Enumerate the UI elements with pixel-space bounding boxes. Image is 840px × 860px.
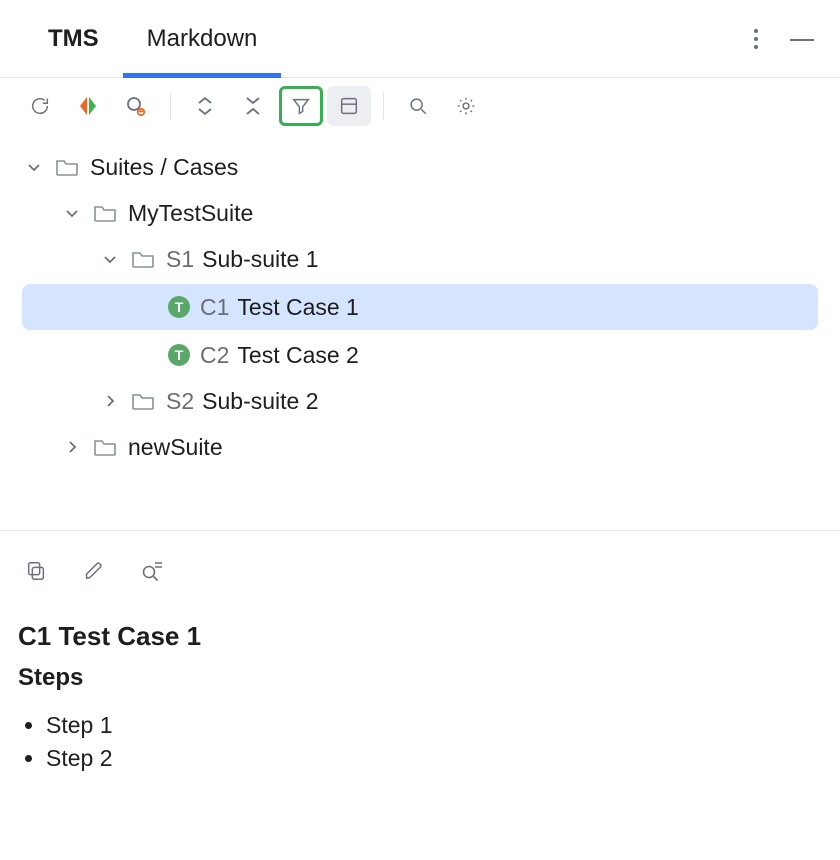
collapse-all-icon (243, 95, 263, 117)
tab-label: Markdown (147, 25, 258, 53)
folder-icon (130, 388, 156, 414)
minimize-icon (790, 39, 814, 41)
tree-row-suite[interactable]: newSuite (0, 424, 840, 470)
tree-toolbar (0, 78, 840, 134)
tab-label: TMS (48, 25, 99, 53)
refresh-icon (29, 95, 51, 117)
folder-icon (54, 154, 80, 180)
tree-row-subsuite[interactable]: S1 Sub-suite 1 (0, 236, 840, 282)
tree-row-subsuite[interactable]: S2 Sub-suite 2 (0, 378, 840, 424)
steps-list: Step 1 Step 2 (24, 712, 822, 772)
chevron-placeholder (136, 343, 160, 367)
filter-button[interactable] (279, 86, 323, 126)
chevron-placeholder (136, 295, 160, 319)
remote-preview-button[interactable] (114, 86, 158, 126)
chevron-down-icon (60, 201, 84, 225)
steps-heading: Steps (18, 664, 822, 692)
folder-icon (130, 246, 156, 272)
copy-icon (25, 560, 47, 582)
step-item: Step 2 (46, 745, 822, 772)
test-icon: T (168, 296, 190, 318)
tree-id: S1 (166, 246, 194, 273)
copy-button[interactable] (18, 553, 54, 589)
tree-row-testcase[interactable]: T C1 Test Case 1 (22, 284, 818, 330)
tree-row-testcase[interactable]: T C2 Test Case 2 (0, 332, 840, 378)
tree-id: S2 (166, 388, 194, 415)
tab-markdown[interactable]: Markdown (123, 0, 282, 77)
separator (383, 92, 384, 120)
detail-panel: C1 Test Case 1 Steps Step 1 Step 2 (0, 531, 840, 772)
expand-all-button[interactable] (183, 86, 227, 126)
tree-label: Test Case 2 (237, 342, 358, 369)
tree-label: Test Case 1 (237, 294, 358, 321)
step-item: Step 1 (46, 712, 822, 739)
tree-row-suite[interactable]: MyTestSuite (0, 190, 840, 236)
test-icon: T (168, 344, 190, 366)
chevron-right-icon (98, 389, 122, 413)
show-details-button[interactable] (327, 86, 371, 126)
tree-label: Sub-suite 1 (202, 246, 318, 273)
suites-tree: Suites / Cases MyTestSuite S1 Sub-suite … (0, 134, 840, 494)
expand-all-icon (195, 95, 215, 117)
minimize-button[interactable] (788, 25, 816, 53)
refresh-button[interactable] (18, 86, 62, 126)
kebab-icon (754, 29, 758, 49)
tree-id: C1 (200, 294, 229, 321)
tab-bar: TMS Markdown (0, 0, 840, 78)
search-button[interactable] (396, 86, 440, 126)
tree-label: Sub-suite 2 (202, 388, 318, 415)
edit-button[interactable] (76, 553, 112, 589)
chevron-down-icon (22, 155, 46, 179)
filter-icon (290, 95, 312, 117)
find-button[interactable] (134, 553, 170, 589)
settings-button[interactable] (444, 86, 488, 126)
tree-id: C2 (200, 342, 229, 369)
pencil-icon (83, 560, 105, 582)
folder-icon (92, 434, 118, 460)
find-icon (140, 560, 164, 582)
layout-icon (338, 95, 360, 117)
tree-row-root[interactable]: Suites / Cases (0, 144, 840, 190)
tree-label: MyTestSuite (128, 200, 253, 227)
tree-label: newSuite (128, 434, 223, 461)
tab-options-button[interactable] (742, 25, 770, 53)
magnifier-link-icon (124, 94, 148, 118)
search-icon (407, 95, 429, 117)
collapse-all-button[interactable] (231, 86, 275, 126)
chevron-down-icon (98, 247, 122, 271)
chevron-right-icon (60, 435, 84, 459)
folder-icon (92, 200, 118, 226)
gear-icon (455, 95, 477, 117)
detail-toolbar (18, 547, 822, 595)
diff-icon (78, 95, 98, 117)
separator (170, 92, 171, 120)
detail-title: C1 Test Case 1 (18, 621, 822, 652)
tab-tms[interactable]: TMS (24, 0, 123, 77)
diff-button[interactable] (66, 86, 110, 126)
tree-label: Suites / Cases (90, 154, 238, 181)
